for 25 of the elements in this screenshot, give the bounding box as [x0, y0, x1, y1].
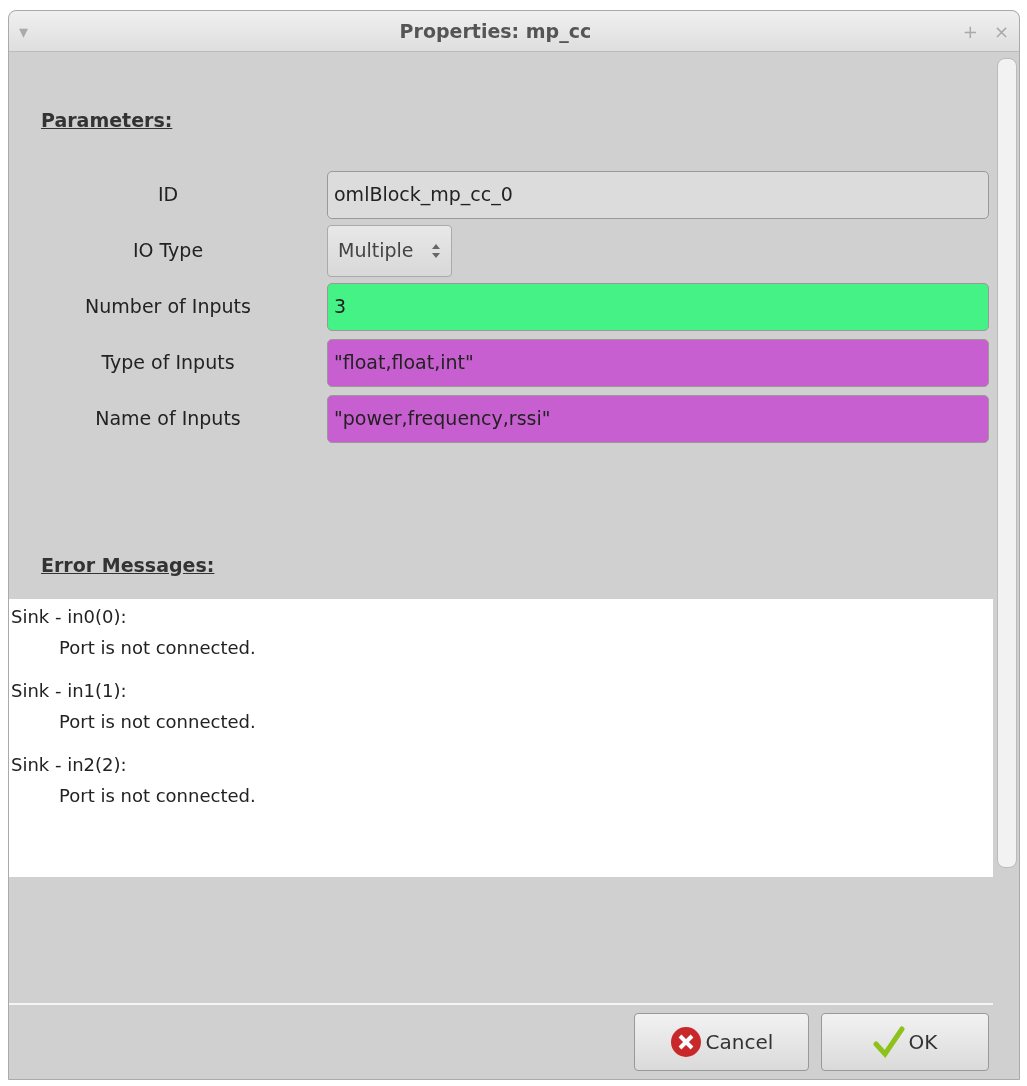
- error-message: Port is not connected.: [58, 636, 257, 660]
- field-label: Type of Inputs: [100, 350, 236, 376]
- error-source: Sink - in2(2):: [11, 753, 128, 777]
- window-title: Properties: mp_cc: [398, 18, 593, 45]
- cancel-button[interactable]: Cancel: [634, 1013, 809, 1071]
- input-field[interactable]: "float,float,int": [327, 338, 989, 387]
- input-field[interactable]: "power,frequency,rssi": [327, 394, 989, 443]
- x-circle-icon: [669, 1026, 702, 1058]
- error-source: Sink - in1(1):: [11, 679, 128, 703]
- error-message: Port is not connected.: [58, 710, 257, 734]
- checkmark-icon: [872, 1026, 905, 1058]
- input-field[interactable]: omlBlock_mp_cc_0: [327, 170, 989, 219]
- field-label: ID: [156, 182, 180, 208]
- section-heading: Error Messages:: [41, 552, 216, 578]
- updown-icon[interactable]: [431, 242, 442, 259]
- field-label: IO Type: [131, 238, 205, 264]
- scrollbar[interactable]: [997, 58, 1017, 868]
- field-label: Name of Inputs: [94, 406, 242, 432]
- error-message: Port is not connected.: [58, 784, 257, 808]
- field-label: Number of Inputs: [84, 294, 252, 320]
- error-source: Sink - in0(0):: [11, 605, 128, 629]
- ok-button[interactable]: OK: [821, 1013, 989, 1071]
- input-field[interactable]: 3: [327, 282, 989, 331]
- section-heading: Parameters:: [41, 108, 174, 133]
- spin-box[interactable]: Multiple: [327, 224, 453, 277]
